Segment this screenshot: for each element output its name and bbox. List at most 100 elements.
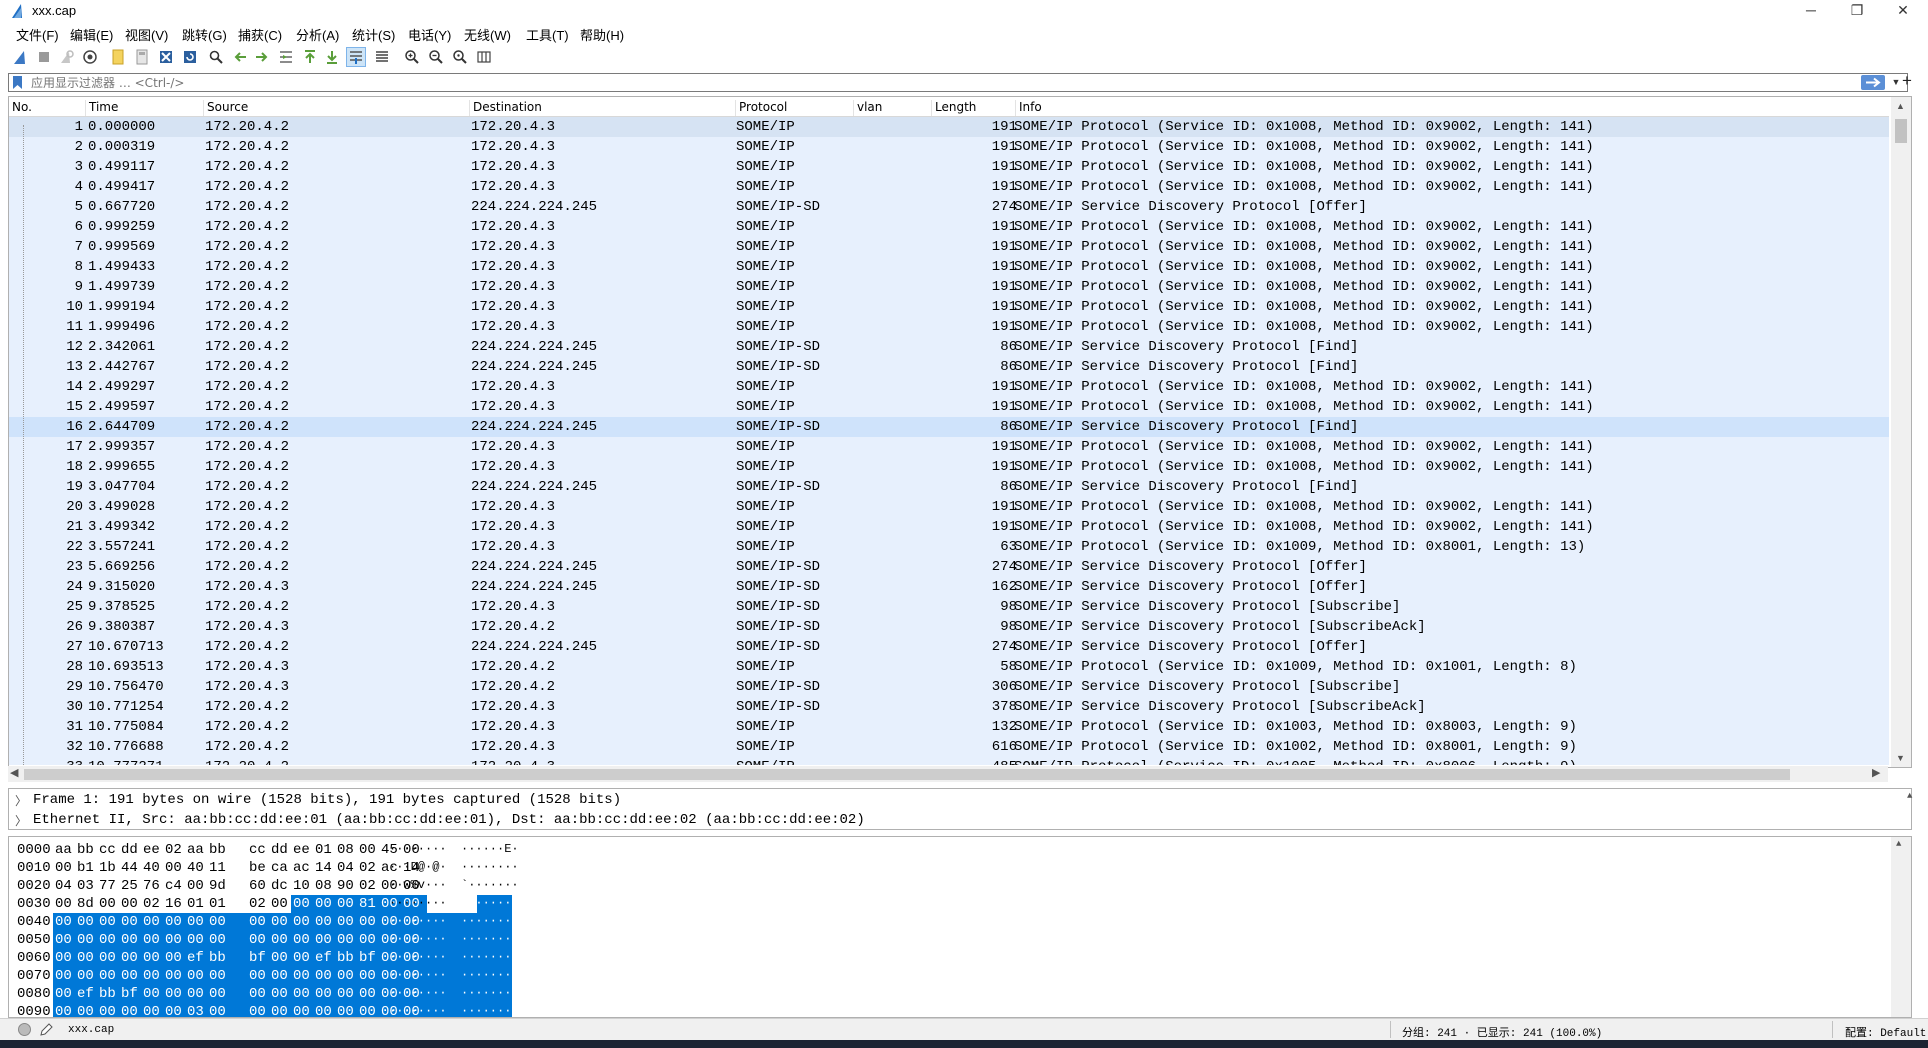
hex-byte[interactable]: 16: [165, 895, 187, 913]
hex-byte[interactable]: 00: [359, 985, 381, 1003]
ascii-group[interactable]: ········: [461, 896, 519, 910]
hex-byte[interactable]: 00: [99, 949, 121, 967]
column-header-no[interactable]: No.: [9, 100, 83, 116]
hex-byte[interactable]: dd: [121, 841, 143, 859]
hex-byte[interactable]: 00: [187, 913, 209, 931]
menu-view[interactable]: 视图(V): [125, 25, 168, 44]
hex-byte[interactable]: 00: [293, 1003, 315, 1017]
ascii-group[interactable]: ········: [461, 950, 519, 964]
hex-byte[interactable]: 00: [359, 967, 381, 985]
packet-row[interactable]: 30 10.771254 172.20.4.2 172.20.4.3 SOME/IP-S…: [9, 697, 1889, 717]
hex-byte[interactable]: 00: [271, 931, 293, 949]
maximize-button[interactable]: ❐: [1834, 0, 1880, 22]
hex-byte[interactable]: 00: [359, 913, 381, 931]
hex-byte[interactable]: 00: [293, 931, 315, 949]
detail-frame-row[interactable]: 〉 Frame 1: 191 bytes on wire (1528 bits)…: [9, 790, 1889, 810]
hex-byte[interactable]: 00: [55, 949, 77, 967]
ascii-group[interactable]: ········: [461, 914, 519, 928]
packet-row[interactable]: 9 1.499739 172.20.4.2 172.20.4.3 SOME/IP 191 S…: [9, 277, 1889, 297]
packet-row[interactable]: 26 9.380387 172.20.4.3 172.20.4.2 SOME/IP-SD…: [9, 617, 1889, 637]
zoom-normal-icon[interactable]: [450, 47, 470, 67]
scroll-up-icon[interactable]: ▲: [1896, 839, 1901, 849]
ascii-group[interactable]: ········: [389, 1004, 447, 1017]
menu-go[interactable]: 跳转(G): [182, 25, 227, 44]
hex-byte[interactable]: bb: [209, 949, 231, 967]
hex-byte[interactable]: 00: [359, 841, 381, 859]
packet-row[interactable]: 32 10.776688 172.20.4.2 172.20.4.3 SOME/IP 61…: [9, 737, 1889, 757]
bytes-vertical-scrollbar[interactable]: ▲: [1891, 837, 1911, 1017]
hex-byte[interactable]: 00: [337, 967, 359, 985]
hex-byte[interactable]: 04: [55, 877, 77, 895]
packet-row[interactable]: 7 0.999569 172.20.4.2 172.20.4.3 SOME/IP 191 S…: [9, 237, 1889, 257]
packet-row[interactable]: 27 10.670713 172.20.4.2 224.224.224.245 SOME…: [9, 637, 1889, 657]
hex-byte[interactable]: 00: [187, 985, 209, 1003]
bytes-row[interactable]: 0070 00 00 00 00 00 00 00 00 00 00 00 00 00 00 00 00 ····…: [9, 967, 1889, 985]
hex-byte[interactable]: ee: [293, 841, 315, 859]
hex-byte[interactable]: 00: [187, 967, 209, 985]
hex-byte[interactable]: 00: [121, 895, 143, 913]
hex-byte[interactable]: 00: [55, 859, 77, 877]
packet-row[interactable]: 15 2.499597 172.20.4.2 172.20.4.3 SOME/IP 191…: [9, 397, 1889, 417]
ascii-group[interactable]: ········: [389, 932, 447, 946]
hex-byte[interactable]: 00: [337, 913, 359, 931]
packet-row[interactable]: 16 2.644709 172.20.4.2 224.224.224.245 SOME/…: [9, 417, 1889, 437]
column-header-time[interactable]: Time: [85, 100, 203, 116]
hex-byte[interactable]: 03: [77, 877, 99, 895]
scroll-right-icon[interactable]: ▶: [1872, 766, 1880, 779]
hex-byte[interactable]: 00: [143, 931, 165, 949]
hex-byte[interactable]: 00: [55, 931, 77, 949]
hex-byte[interactable]: 00: [121, 931, 143, 949]
hex-byte[interactable]: 08: [337, 841, 359, 859]
find-icon[interactable]: [206, 47, 226, 67]
hex-byte[interactable]: 00: [315, 931, 337, 949]
menu-wireless[interactable]: 无线(W): [464, 25, 511, 44]
hex-byte[interactable]: 00: [121, 913, 143, 931]
hex-byte[interactable]: 02: [359, 859, 381, 877]
hex-byte[interactable]: be: [249, 859, 271, 877]
zoom-in-icon[interactable]: [402, 47, 422, 67]
ascii-group[interactable]: ······E·: [461, 842, 519, 856]
menu-help[interactable]: 帮助(H): [580, 25, 624, 44]
hex-byte[interactable]: 04: [337, 859, 359, 877]
packet-row[interactable]: 13 2.442767 172.20.4.2 224.224.224.245 SOME/…: [9, 357, 1889, 377]
hex-byte[interactable]: 02: [143, 895, 165, 913]
hex-byte[interactable]: 00: [77, 967, 99, 985]
hex-byte[interactable]: 00: [165, 859, 187, 877]
hex-byte[interactable]: 02: [359, 877, 381, 895]
hex-byte[interactable]: 90: [337, 877, 359, 895]
hex-byte[interactable]: bb: [209, 841, 231, 859]
bytes-row[interactable]: 0040 00 00 00 00 00 00 00 00 00 00 00 00 00 00 00 00 ····…: [9, 913, 1889, 931]
column-header-protocol[interactable]: Protocol: [735, 100, 853, 116]
ascii-group[interactable]: ········: [461, 968, 519, 982]
hex-byte[interactable]: bf: [121, 985, 143, 1003]
column-header-destination[interactable]: Destination: [469, 100, 735, 116]
hex-byte[interactable]: 00: [359, 931, 381, 949]
ascii-group[interactable]: ········: [461, 986, 519, 1000]
bookmark-icon[interactable]: [11, 75, 24, 90]
hex-byte[interactable]: 00: [77, 949, 99, 967]
hex-byte[interactable]: 00: [293, 949, 315, 967]
packet-row[interactable]: 33 10.777271 172.20.4.2 172.20.4.3 SOME/IP 48…: [9, 757, 1889, 765]
hex-byte[interactable]: c4: [165, 877, 187, 895]
ascii-group[interactable]: ···D@·@·: [389, 860, 447, 874]
menu-telephony[interactable]: 电话(Y): [408, 25, 451, 44]
save-file-icon[interactable]: [132, 47, 152, 67]
hex-byte[interactable]: 00: [55, 967, 77, 985]
hex-byte[interactable]: 00: [249, 985, 271, 1003]
hex-byte[interactable]: 00: [315, 967, 337, 985]
packet-row[interactable]: 3 0.499117 172.20.4.2 172.20.4.3 SOME/IP 191 S…: [9, 157, 1889, 177]
packet-row[interactable]: 24 9.315020 172.20.4.3 224.224.224.245 SOME/…: [9, 577, 1889, 597]
go-to-packet-icon[interactable]: [276, 47, 296, 67]
hex-byte[interactable]: 77: [99, 877, 121, 895]
hex-byte[interactable]: 00: [271, 1003, 293, 1017]
hex-byte[interactable]: ef: [77, 985, 99, 1003]
packet-row[interactable]: 8 1.499433 172.20.4.2 172.20.4.3 SOME/IP 191 S…: [9, 257, 1889, 277]
ascii-group[interactable]: `·······: [461, 878, 519, 892]
hex-byte[interactable]: dd: [271, 841, 293, 859]
hex-byte[interactable]: 44: [121, 859, 143, 877]
hex-byte[interactable]: 00: [99, 895, 121, 913]
ascii-group[interactable]: ········: [389, 842, 447, 856]
hex-byte[interactable]: 00: [249, 931, 271, 949]
hex-byte[interactable]: b1: [77, 859, 99, 877]
hex-byte[interactable]: 00: [187, 877, 209, 895]
